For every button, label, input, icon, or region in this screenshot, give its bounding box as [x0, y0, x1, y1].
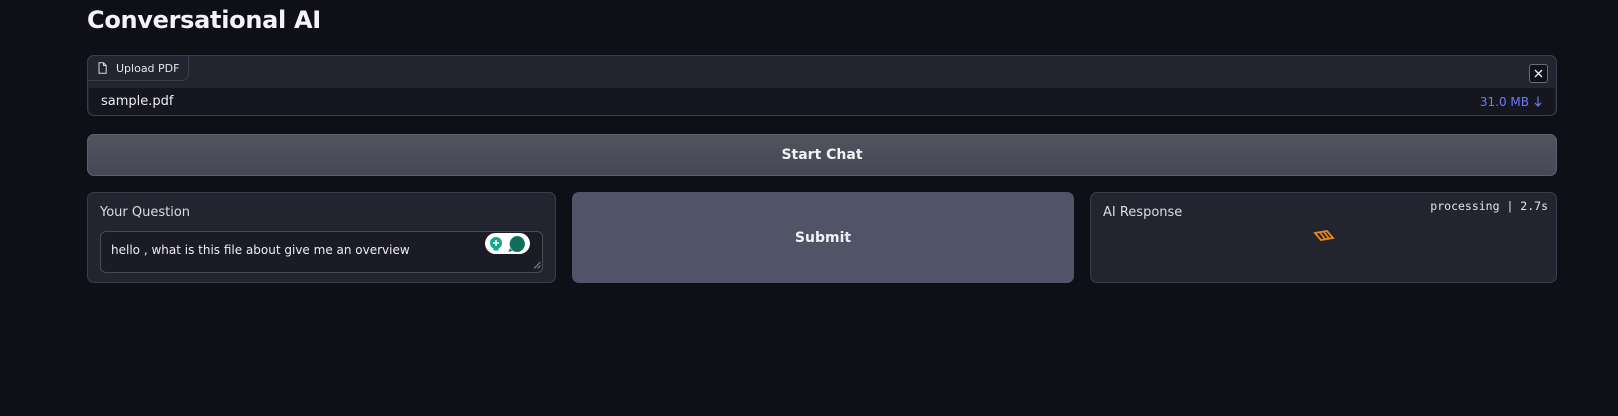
- question-label: Your Question: [100, 205, 191, 220]
- question-panel: Your Question: [87, 192, 556, 283]
- file-icon: [97, 62, 108, 74]
- app-page: Conversational AI Upload PDF sample.pdf …: [0, 0, 1618, 416]
- start-chat-button[interactable]: Start Chat: [87, 134, 1557, 176]
- grammar-assistant-icon: [490, 236, 502, 250]
- uploaded-file-row: sample.pdf 31.0 MB: [89, 88, 1555, 115]
- file-size: 31.0 MB: [1479, 94, 1529, 109]
- file-upload-box[interactable]: Upload PDF sample.pdf 31.0 MB: [87, 55, 1557, 116]
- grammar-assistant-widget[interactable]: [485, 233, 530, 254]
- loading-spinner-icon: [1313, 230, 1335, 241]
- resize-grip-icon[interactable]: [533, 261, 541, 269]
- response-label: AI Response: [1103, 205, 1183, 220]
- chat-bubble-icon: [508, 235, 525, 252]
- page-title: Conversational AI: [87, 6, 321, 34]
- upload-pdf-text: Upload PDF: [116, 61, 180, 75]
- clear-file-button[interactable]: [1529, 64, 1548, 83]
- submit-button[interactable]: Submit: [572, 192, 1074, 283]
- file-name: sample.pdf: [101, 94, 174, 109]
- processing-status: processing | 2.7s: [1430, 199, 1548, 213]
- response-panel: AI Response processing | 2.7s: [1090, 192, 1557, 283]
- upload-pdf-label: Upload PDF: [87, 55, 190, 81]
- question-input[interactable]: [100, 231, 543, 273]
- close-icon: [1534, 69, 1543, 78]
- file-download-link[interactable]: 31.0 MB: [1480, 95, 1542, 109]
- download-arrow-icon: [1534, 96, 1542, 107]
